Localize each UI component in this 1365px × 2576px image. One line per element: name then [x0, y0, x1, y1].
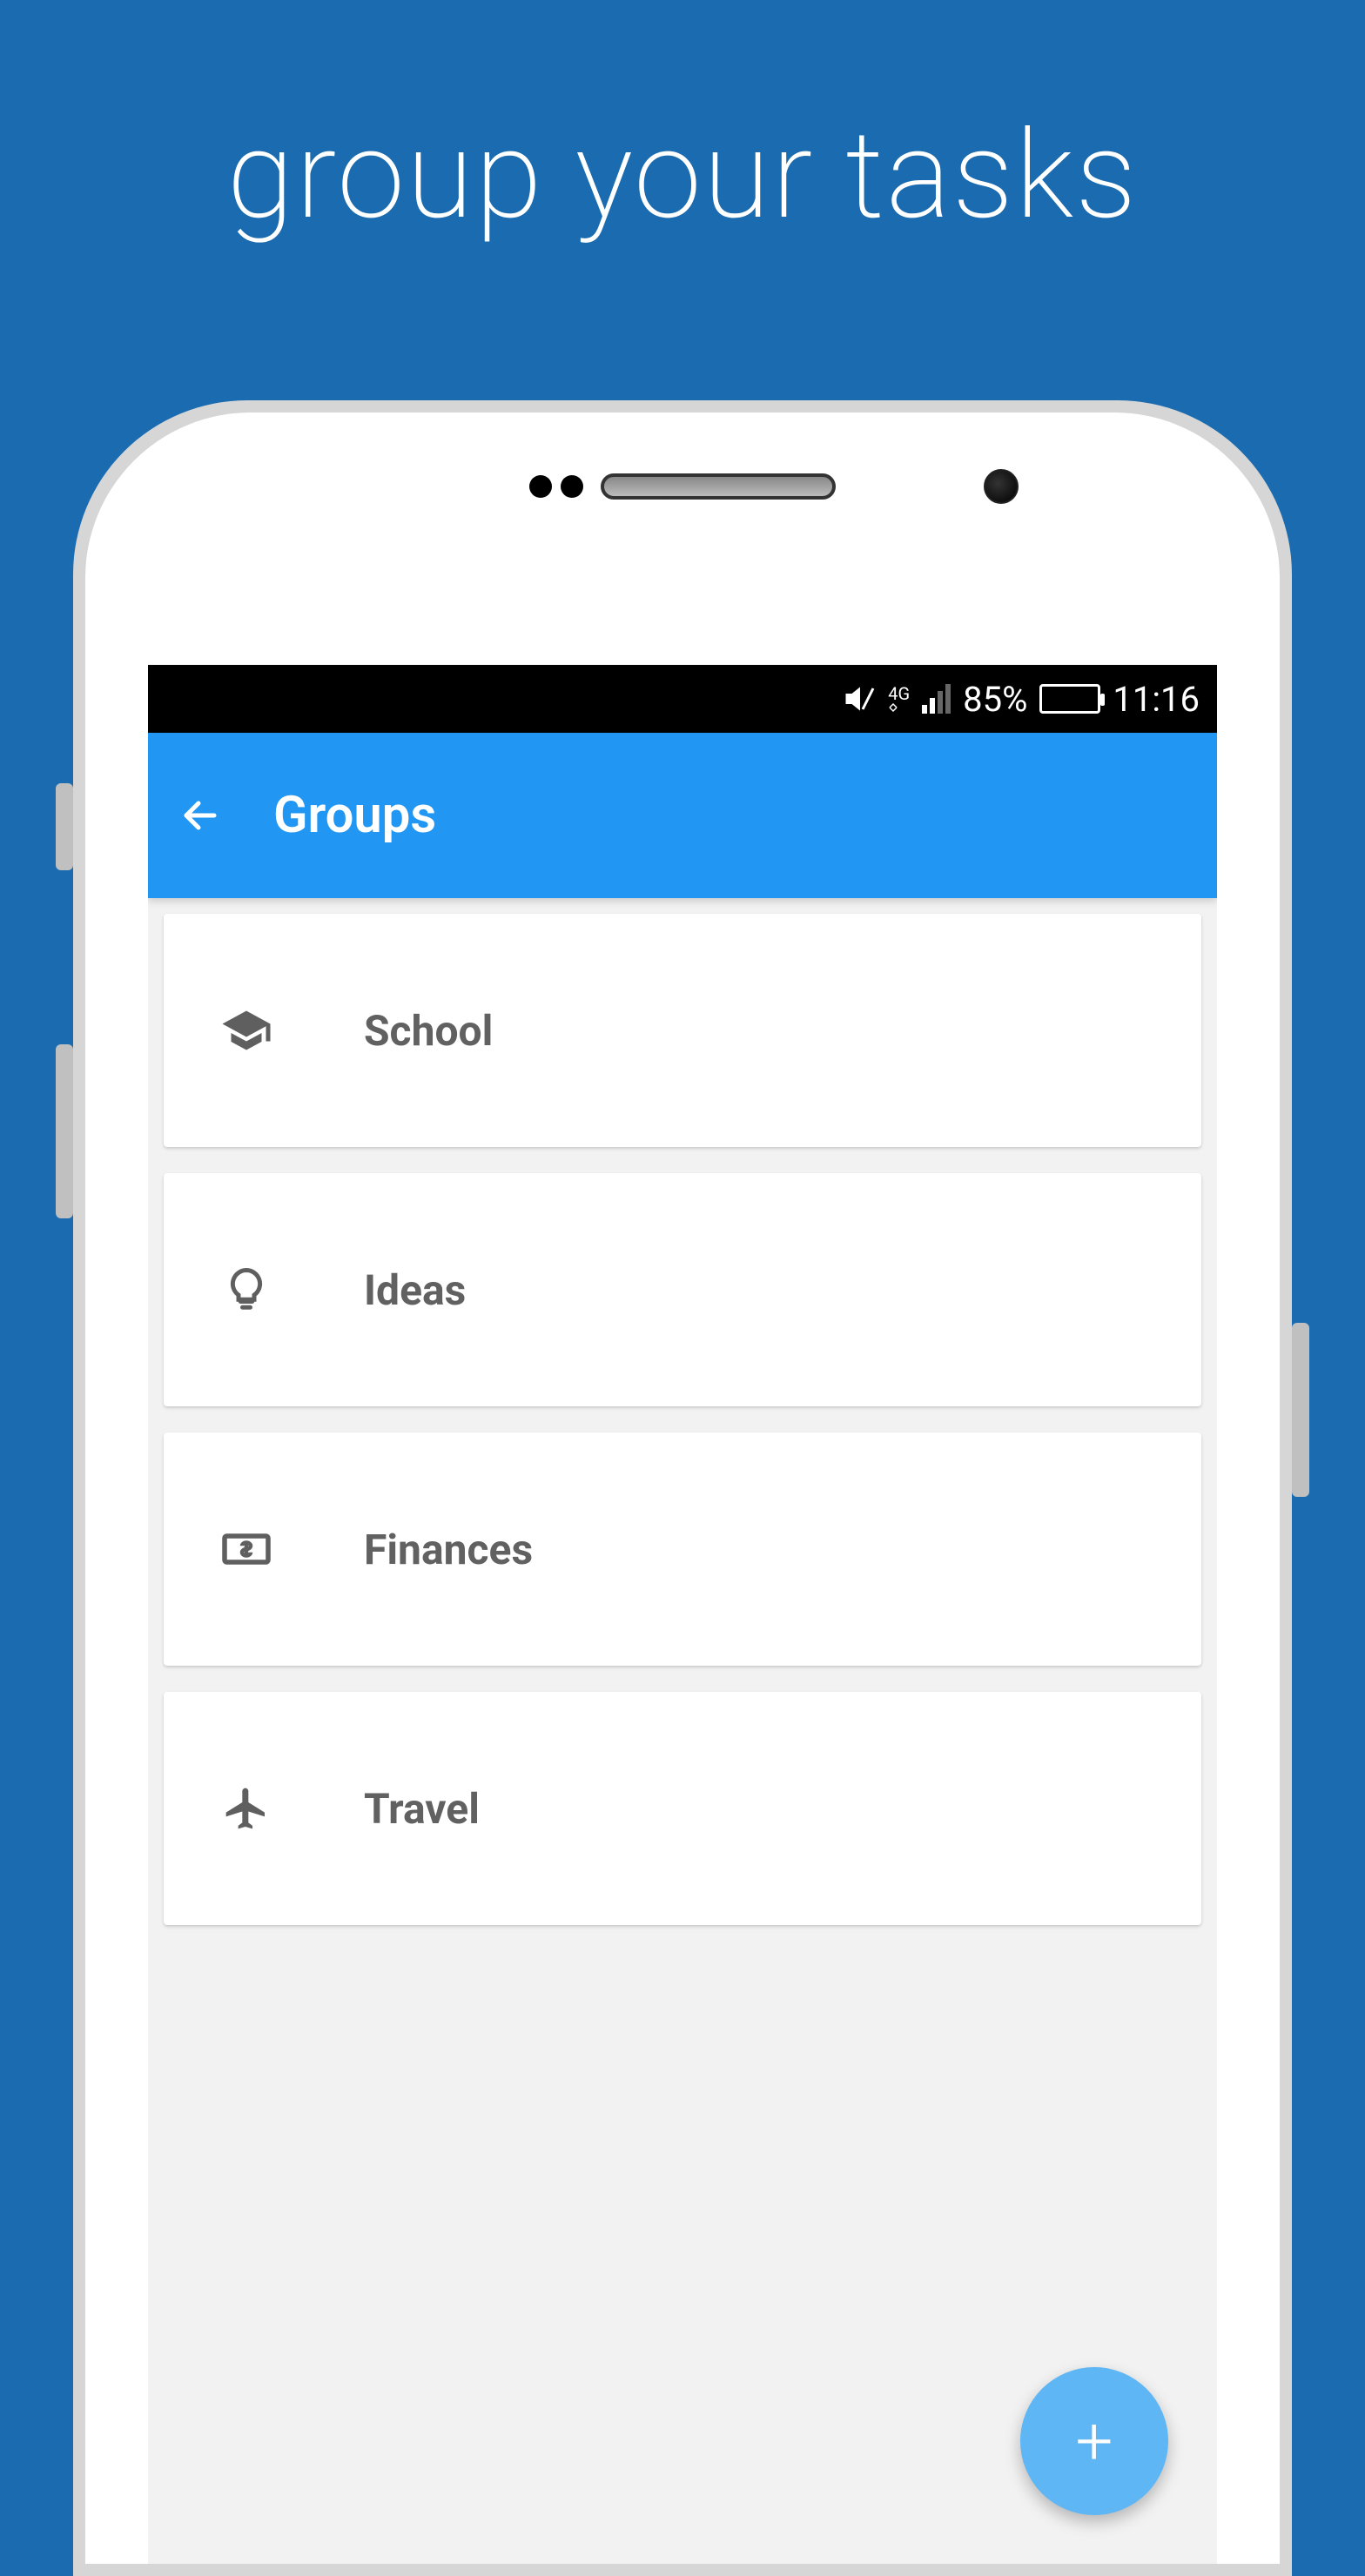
group-item-label: Ideas: [364, 1265, 466, 1315]
phone-side-button: [1292, 1323, 1309, 1497]
airplane-icon: [216, 1784, 277, 1833]
promo-title: group your tasks: [0, 0, 1365, 247]
group-item-travel[interactable]: Travel: [164, 1692, 1201, 1925]
status-bar: 4G 85% 11:16: [148, 665, 1217, 733]
group-item-ideas[interactable]: Ideas: [164, 1173, 1201, 1406]
add-group-button[interactable]: +: [1020, 2367, 1168, 2515]
group-item-label: Finances: [364, 1525, 533, 1574]
money-icon: [216, 1523, 277, 1575]
clock: 11:16: [1113, 679, 1200, 720]
group-item-finances[interactable]: Finances: [164, 1432, 1201, 1666]
battery-percentage: 85%: [963, 679, 1027, 720]
back-button[interactable]: [179, 795, 221, 836]
app-bar: Groups: [148, 733, 1217, 898]
lightbulb-icon: [216, 1266, 277, 1313]
groups-list: School Ideas: [148, 898, 1217, 1925]
battery-icon: [1039, 684, 1100, 714]
group-item-label: School: [364, 1006, 493, 1056]
phone-side-button: [56, 783, 73, 870]
plus-icon: +: [1076, 2402, 1113, 2480]
group-item-label: Travel: [364, 1784, 480, 1834]
phone-mockup: 4G 85% 11:16: [73, 400, 1292, 2576]
graduation-cap-icon: [216, 1004, 277, 1057]
app-screen: 4G 85% 11:16: [148, 665, 1217, 2564]
group-item-school[interactable]: School: [164, 914, 1201, 1147]
page-title: Groups: [273, 786, 436, 845]
phone-side-button: [56, 1044, 73, 1218]
network-4g-icon: 4G: [888, 685, 910, 713]
phone-sensors: [85, 473, 1280, 500]
mute-icon: [844, 683, 876, 714]
signal-icon: [922, 684, 951, 714]
